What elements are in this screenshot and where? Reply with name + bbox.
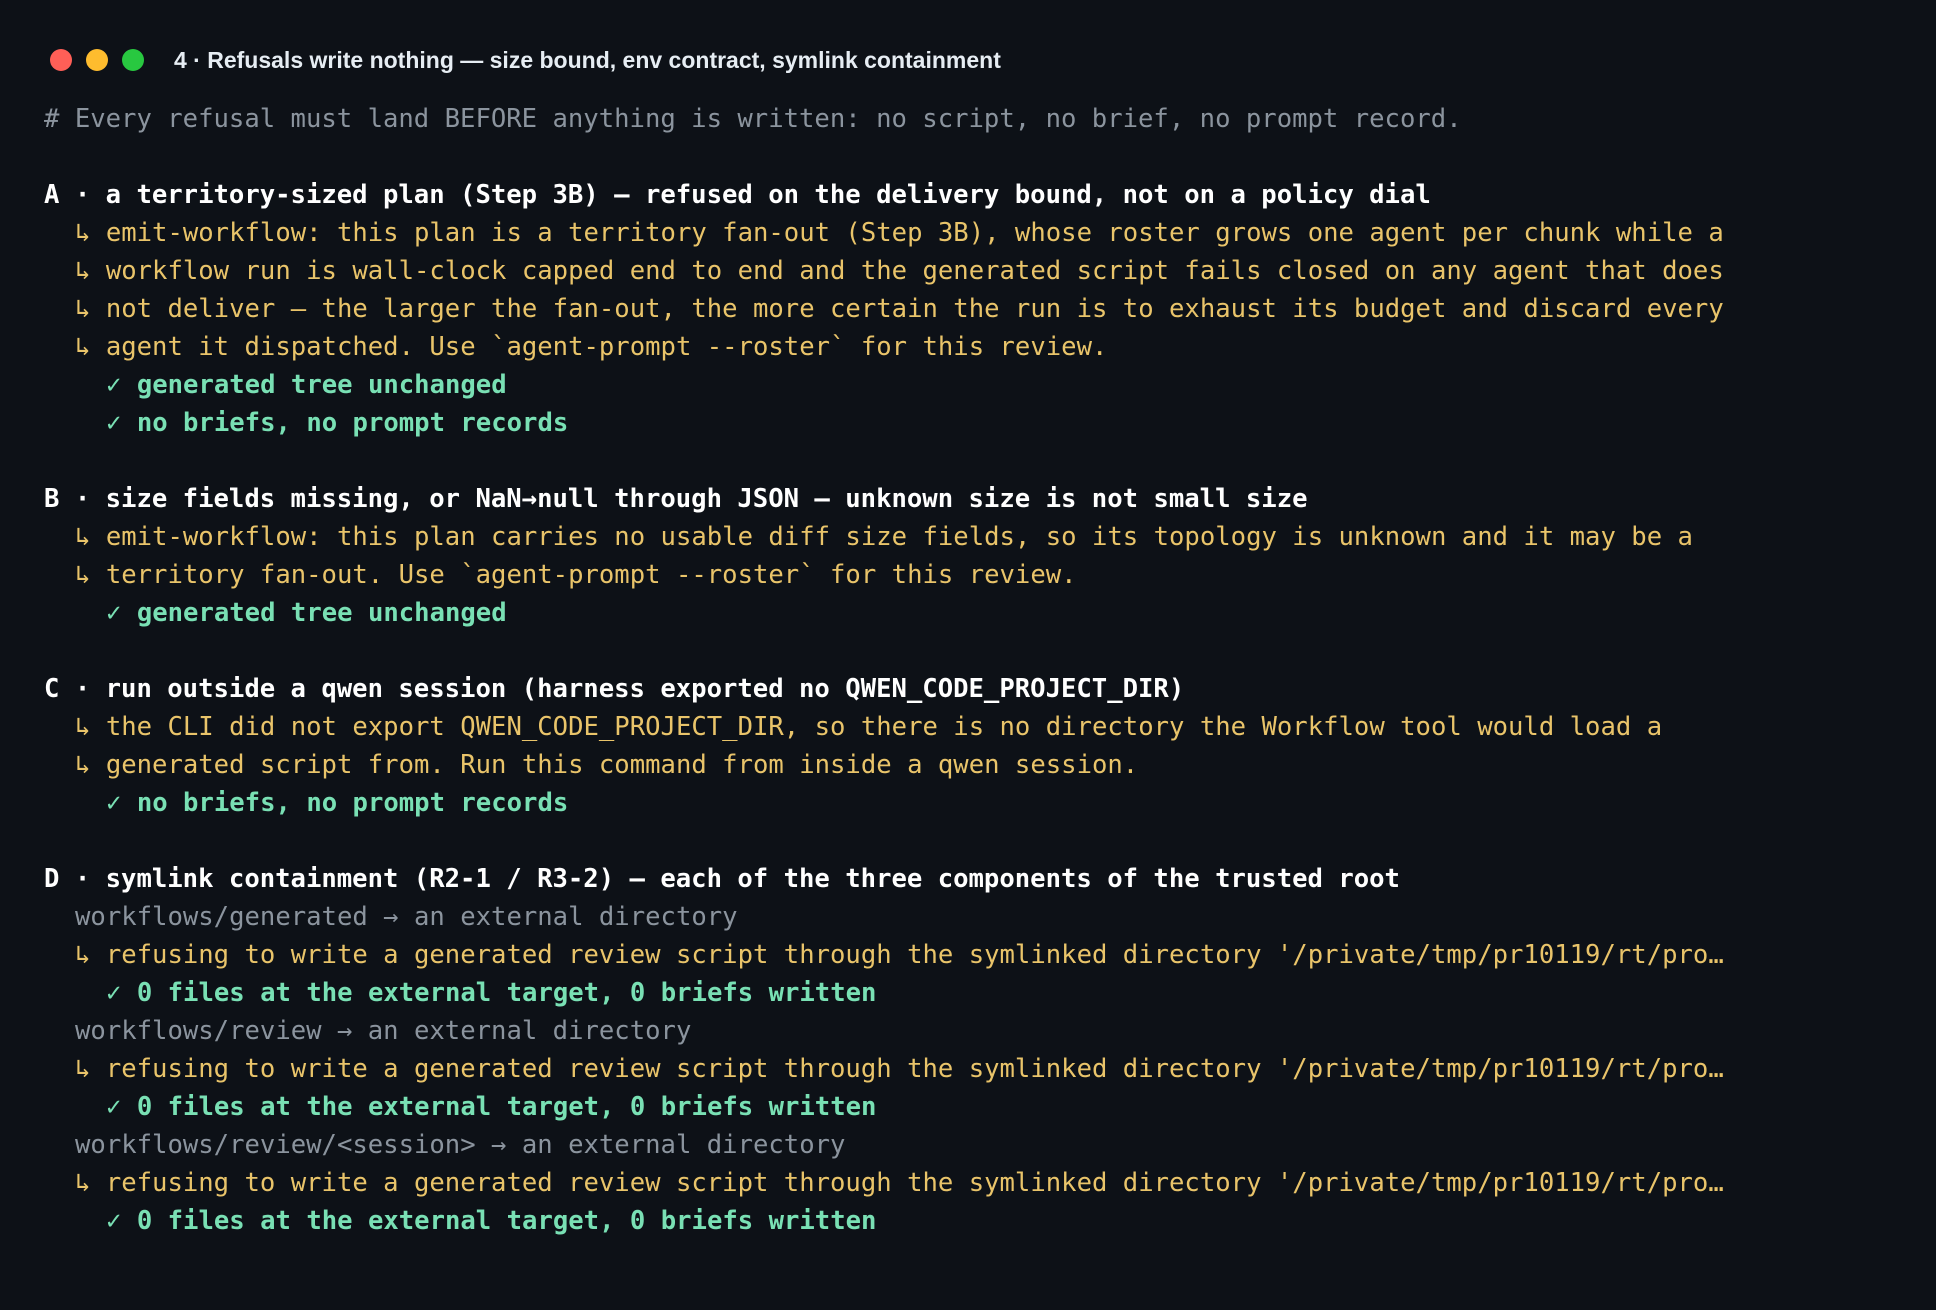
check-result-line: ✓ 0 files at the external target, 0 brie… bbox=[44, 974, 1894, 1012]
line-text: workflows/review/<session> → an external… bbox=[75, 1130, 846, 1160]
line-text: A · a territory-sized plan (Step 3B) — r… bbox=[44, 180, 1431, 210]
refusal-message-line: ↳ territory fan-out. Use `agent-prompt -… bbox=[44, 556, 1894, 594]
refusal-message-line: ↳ not deliver — the larger the fan-out, … bbox=[44, 290, 1894, 328]
line-text: ✓ no briefs, no prompt records bbox=[106, 408, 569, 438]
check-result-line: ✓ generated tree unchanged bbox=[44, 594, 1894, 632]
section-heading: C · run outside a qwen session (harness … bbox=[44, 670, 1894, 708]
check-result-line: ✓ 0 files at the external target, 0 brie… bbox=[44, 1202, 1894, 1240]
line-text: ↳ emit-workflow: this plan is a territor… bbox=[75, 218, 1724, 248]
line-text: workflows/review → an external directory bbox=[75, 1016, 692, 1046]
line-text: ✓ 0 files at the external target, 0 brie… bbox=[106, 978, 877, 1008]
line-text: C · run outside a qwen session (harness … bbox=[44, 674, 1185, 704]
line-text: ↳ territory fan-out. Use `agent-prompt -… bbox=[75, 560, 1077, 590]
check-result-line: ✓ no briefs, no prompt records bbox=[44, 404, 1894, 442]
refusal-message-line: ↳ agent it dispatched. Use `agent-prompt… bbox=[44, 328, 1894, 366]
check-result-line: ✓ generated tree unchanged bbox=[44, 366, 1894, 404]
line-text: ↳ workflow run is wall-clock capped end … bbox=[75, 256, 1724, 286]
refusal-message-line: ↳ refusing to write a generated review s… bbox=[44, 1164, 1894, 1202]
check-result-line: ✓ no briefs, no prompt records bbox=[44, 784, 1894, 822]
comment-line: # Every refusal must land BEFORE anythin… bbox=[44, 100, 1894, 138]
line-text: ↳ not deliver — the larger the fan-out, … bbox=[75, 294, 1724, 324]
line-text: ✓ 0 files at the external target, 0 brie… bbox=[106, 1206, 877, 1236]
symlink-case-label: workflows/review/<session> → an external… bbox=[44, 1126, 1894, 1164]
terminal-output[interactable]: # Every refusal must land BEFORE anythin… bbox=[44, 100, 1894, 1240]
refusal-message-line: ↳ refusing to write a generated review s… bbox=[44, 936, 1894, 974]
line-text: # Every refusal must land BEFORE anythin… bbox=[44, 104, 1462, 134]
refusal-message-line: ↳ emit-workflow: this plan is a territor… bbox=[44, 214, 1894, 252]
line-text: workflows/generated → an external direct… bbox=[75, 902, 738, 932]
section-heading: D · symlink containment (R2-1 / R3-2) — … bbox=[44, 860, 1894, 898]
minimize-window-button[interactable] bbox=[86, 49, 108, 71]
symlink-case-label: workflows/review → an external directory bbox=[44, 1012, 1894, 1050]
window-title: 4 · Refusals write nothing — size bound,… bbox=[174, 47, 1001, 73]
line-text: ✓ generated tree unchanged bbox=[106, 598, 507, 628]
terminal-window: 4 · Refusals write nothing — size bound,… bbox=[0, 0, 1936, 1310]
line-text: ✓ 0 files at the external target, 0 brie… bbox=[106, 1092, 877, 1122]
line-text: ↳ refusing to write a generated review s… bbox=[75, 940, 1724, 970]
refusal-message-line: ↳ the CLI did not export QWEN_CODE_PROJE… bbox=[44, 708, 1894, 746]
zoom-window-button[interactable] bbox=[122, 49, 144, 71]
line-text: ✓ no briefs, no prompt records bbox=[106, 788, 569, 818]
section-heading: A · a territory-sized plan (Step 3B) — r… bbox=[44, 176, 1894, 214]
check-result-line: ✓ 0 files at the external target, 0 brie… bbox=[44, 1088, 1894, 1126]
refusal-message-line: ↳ generated script from. Run this comman… bbox=[44, 746, 1894, 784]
line-text: ↳ generated script from. Run this comman… bbox=[75, 750, 1139, 780]
line-text: ↳ agent it dispatched. Use `agent-prompt… bbox=[75, 332, 1108, 362]
refusal-message-line: ↳ workflow run is wall-clock capped end … bbox=[44, 252, 1894, 290]
refusal-message-line: ↳ emit-workflow: this plan carries no us… bbox=[44, 518, 1894, 556]
section-heading: B · size fields missing, or NaN→null thr… bbox=[44, 480, 1894, 518]
line-text: D · symlink containment (R2-1 / R3-2) — … bbox=[44, 864, 1400, 894]
line-text: ↳ emit-workflow: this plan carries no us… bbox=[75, 522, 1693, 552]
window-controls bbox=[50, 49, 144, 71]
close-window-button[interactable] bbox=[50, 49, 72, 71]
line-text: ↳ refusing to write a generated review s… bbox=[75, 1168, 1724, 1198]
line-text: ✓ generated tree unchanged bbox=[106, 370, 507, 400]
line-text: B · size fields missing, or NaN→null thr… bbox=[44, 484, 1308, 514]
title-bar: 4 · Refusals write nothing — size bound,… bbox=[0, 38, 1936, 82]
line-text: ↳ refusing to write a generated review s… bbox=[75, 1054, 1724, 1084]
refusal-message-line: ↳ refusing to write a generated review s… bbox=[44, 1050, 1894, 1088]
line-text: ↳ the CLI did not export QWEN_CODE_PROJE… bbox=[75, 712, 1663, 742]
symlink-case-label: workflows/generated → an external direct… bbox=[44, 898, 1894, 936]
